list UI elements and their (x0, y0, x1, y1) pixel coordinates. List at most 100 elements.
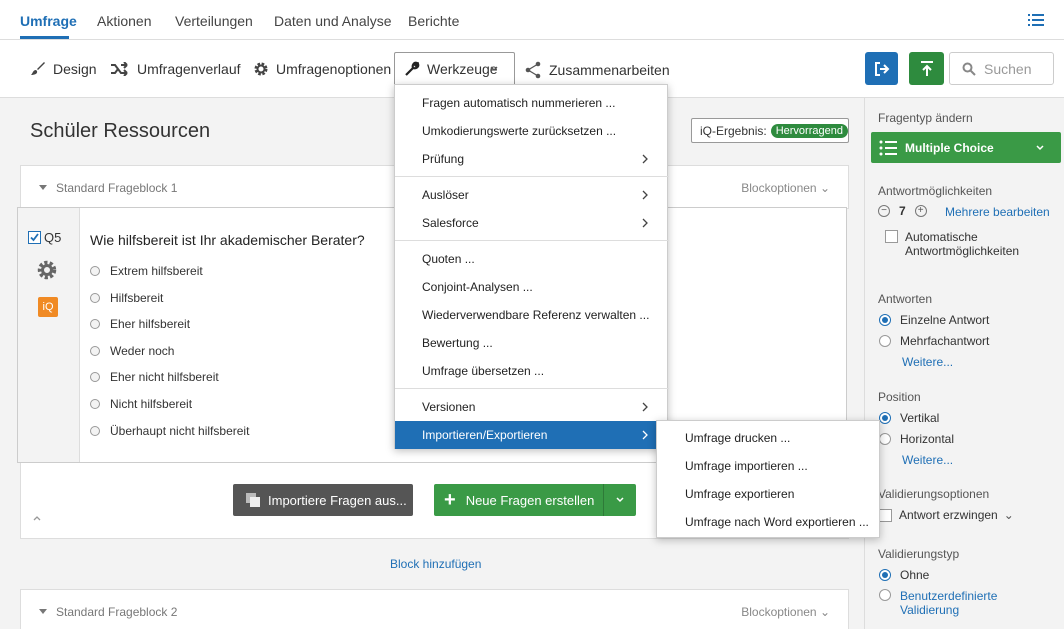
block-header[interactable]: Standard Frageblock 2 Blockoptionen ⌄ (21, 590, 848, 629)
block-options-button[interactable]: Blockoptionen ⌄ (741, 605, 830, 619)
chevron-right-icon (642, 402, 648, 412)
radio-button[interactable] (90, 293, 100, 303)
auto-choices-label-2: Antwortmöglichkeiten (905, 244, 1020, 258)
choice-item[interactable]: Extrem hilfsbereit (90, 264, 203, 278)
radio-button[interactable] (879, 589, 891, 601)
import-questions-button[interactable]: Importiere Fragen aus... (233, 484, 413, 516)
choice-item[interactable]: Eher nicht hilfsbereit (90, 370, 219, 384)
tools-dropdown[interactable]: Werkzeuge (394, 52, 515, 86)
no-validation-option[interactable]: Ohne (879, 568, 929, 582)
more-answers-link[interactable]: Weitere... (902, 355, 953, 369)
single-answer-option[interactable]: Einzelne Antwort (879, 313, 989, 327)
chevron-up-icon[interactable] (32, 514, 42, 522)
auto-choices-option[interactable]: Automatische Antwortmöglichkeiten (885, 230, 1019, 258)
question-text[interactable]: Wie hilfsbereit ist Ihr akademischer Ber… (90, 232, 365, 248)
menu-item-label: Fragen automatisch nummerieren ... (422, 96, 616, 110)
preview-button[interactable] (865, 52, 898, 85)
tab-daten-und-analyse[interactable]: Daten und Analyse (274, 13, 392, 29)
menu-item-reset-recode[interactable]: Umkodierungswerte zurücksetzen ... (395, 117, 669, 145)
tab-verteilungen[interactable]: Verteilungen (175, 13, 253, 29)
more-position-link[interactable]: Weitere... (902, 453, 953, 467)
menu-item-salesforce[interactable]: Salesforce (395, 209, 669, 237)
iq-score[interactable]: iQ-Ergebnis: Hervorragend (691, 118, 849, 143)
custom-validation-option[interactable]: Benutzerdefinierte Validierung (879, 589, 997, 617)
iq-score-badge: Hervorragend (770, 123, 848, 138)
chevron-down-icon[interactable]: ⌄ (1004, 508, 1014, 522)
choice-item[interactable]: Eher hilfsbereit (90, 317, 190, 331)
menu-item-reusable-reference[interactable]: Wiederverwendbare Referenz verwalten ... (395, 301, 669, 329)
question-sidebar: Q5 iQ (18, 208, 80, 462)
new-question-button[interactable]: + Neue Fragen erstellen (434, 484, 636, 516)
vertical-option[interactable]: Vertikal (879, 411, 939, 425)
menu-item-quotas[interactable]: Quoten ... (395, 245, 669, 273)
horizontal-option[interactable]: Horizontal (879, 432, 954, 446)
force-response-option[interactable]: Antwort erzwingen ⌄ (879, 508, 1014, 522)
minus-icon[interactable]: − (878, 205, 890, 217)
choice-item[interactable]: Weder noch (90, 344, 174, 358)
radio-button[interactable] (879, 569, 891, 581)
radio-button[interactable] (879, 335, 891, 347)
survey-options-button[interactable]: Umfragenoptionen (253, 61, 391, 77)
auto-choices-checkbox[interactable] (885, 230, 898, 243)
menu-item-label: Bewertung ... (422, 336, 493, 350)
question-select[interactable]: Q5 (28, 230, 61, 245)
tab-aktionen[interactable]: Aktionen (97, 13, 151, 29)
survey-title[interactable]: Schüler Ressourcen (30, 120, 210, 143)
chevron-down-icon[interactable] (615, 495, 625, 505)
gear-icon[interactable] (36, 259, 58, 284)
radio-button[interactable] (90, 319, 100, 329)
design-button[interactable]: Design (30, 61, 97, 77)
block-options-label: Blockoptionen (741, 605, 817, 619)
submenu-item-import[interactable]: Umfrage importieren ... (657, 452, 881, 480)
tab-umfrage[interactable]: Umfrage (20, 13, 77, 29)
radio-button[interactable] (879, 314, 891, 326)
radio-button[interactable] (90, 266, 100, 276)
radio-button[interactable] (879, 412, 891, 424)
iq-score-label: iQ-Ergebnis: (700, 123, 767, 138)
menu-item-translate[interactable]: Umfrage übersetzen ... (395, 357, 669, 385)
choices-count[interactable]: 7 (899, 204, 906, 218)
validation-heading: Validierungsoptionen (878, 487, 990, 501)
menu-item-triggers[interactable]: Auslöser (395, 181, 669, 209)
question-checkbox[interactable] (28, 231, 41, 244)
shuffle-icon (111, 62, 128, 76)
question-type-dropdown[interactable]: Multiple Choice (871, 132, 1061, 163)
submenu-item-print[interactable]: Umfrage drucken ... (657, 424, 881, 452)
plus-icon[interactable]: + (914, 205, 927, 217)
history-button[interactable]: Umfragenverlauf (110, 61, 241, 77)
menu-item-import-export[interactable]: Importieren/Exportieren (395, 421, 669, 449)
search-input[interactable]: Suchen (949, 52, 1054, 85)
collapse-triangle-icon[interactable] (39, 609, 47, 615)
radio-button[interactable] (90, 346, 100, 356)
collaborate-button[interactable]: Zusammenarbeiten (524, 61, 670, 79)
choice-item[interactable]: Hilfsbereit (90, 291, 163, 305)
submenu-item-export-word[interactable]: Umfrage nach Word exportieren ... (657, 508, 881, 536)
submenu-item-label: Umfrage drucken ... (685, 431, 791, 445)
menu-item-label: Importieren/Exportieren (422, 428, 548, 442)
edit-multiple-link[interactable]: Mehrere bearbeiten (945, 205, 1050, 219)
radio-button[interactable] (90, 426, 100, 436)
tab-berichte[interactable]: Berichte (408, 13, 459, 29)
menu-item-conjoint[interactable]: Conjoint-Analysen ... (395, 273, 669, 301)
choice-item[interactable]: Überhaupt nicht hilfsbereit (90, 424, 249, 438)
custom-validation-label-1: Benutzerdefinierte (900, 589, 998, 603)
radio-button[interactable] (90, 372, 100, 382)
history-label: Umfragenverlauf (137, 61, 241, 77)
publish-button[interactable] (909, 52, 944, 85)
menu-item-versions[interactable]: Versionen (395, 393, 669, 421)
menu-item-scoring[interactable]: Bewertung ... (395, 329, 669, 357)
list-icon[interactable] (1028, 12, 1044, 28)
menu-item-label: Prüfung (422, 152, 465, 166)
add-block-link[interactable]: Block hinzufügen (390, 557, 481, 571)
radio-button[interactable] (90, 399, 100, 409)
submenu-item-export[interactable]: Umfrage exportieren (657, 480, 881, 508)
wrench-icon (405, 61, 420, 76)
multiple-answer-option[interactable]: Mehrfachantwort (879, 334, 989, 348)
iq-badge-icon[interactable]: iQ (38, 297, 58, 317)
choices-counter: − 7 + (878, 204, 927, 218)
block-options-button[interactable]: Blockoptionen ⌄ (741, 181, 830, 195)
collapse-triangle-icon[interactable] (39, 185, 47, 191)
choice-item[interactable]: Nicht hilfsbereit (90, 397, 192, 411)
menu-item-auto-number[interactable]: Fragen automatisch nummerieren ... (395, 89, 669, 117)
menu-item-check[interactable]: Prüfung (395, 145, 669, 173)
